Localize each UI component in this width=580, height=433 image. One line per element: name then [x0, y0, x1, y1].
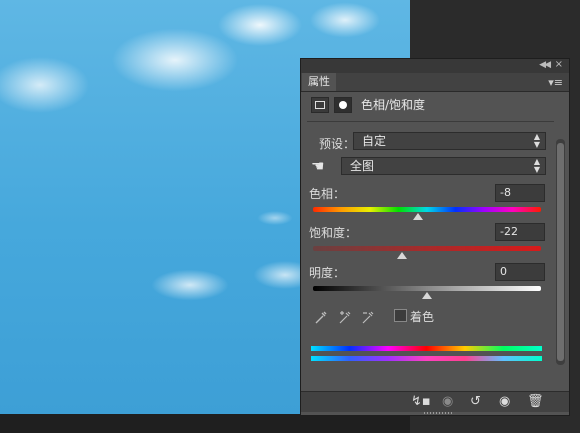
scrollbar-thumb[interactable]	[557, 143, 564, 361]
preset-label: 预设：	[319, 137, 356, 151]
select-arrows-icon: ▲ ▼	[533, 157, 540, 174]
eyedropper-add-icon[interactable]	[338, 309, 352, 325]
divider	[307, 121, 554, 122]
properties-panel: ◀◀ × 属性 ▾≡ 色相/饱和度 预设： 自定 ▲ ▼ ☚ 全图 ▲ ▼ 色相： …	[300, 58, 570, 416]
hue-label: 色相：	[309, 187, 346, 201]
preset-value: 自定	[362, 134, 387, 148]
lightness-label: 明度：	[309, 266, 346, 280]
saturation-field[interactable]: -22	[495, 223, 545, 241]
eyedropper-icon[interactable]	[314, 309, 328, 325]
input-color-bar	[311, 346, 542, 351]
lightness-field[interactable]: 0	[495, 263, 545, 281]
reset-icon[interactable]: ↺	[470, 393, 481, 411]
hue-slider-track[interactable]	[313, 207, 541, 212]
hue-field[interactable]: -8	[495, 184, 545, 202]
panel-footer: ↯▪ ◉ ↺ ◉ 🗑	[301, 391, 569, 412]
colorize-checkbox[interactable]	[394, 309, 407, 322]
panel-title-bar[interactable]: ◀◀ ×	[301, 59, 569, 73]
on-image-adjust-hand-icon[interactable]: ☚	[311, 157, 324, 175]
select-arrows-icon: ▲ ▼	[533, 132, 540, 149]
collapse-panel-icon[interactable]: ◀◀	[539, 60, 551, 70]
lightness-slider-thumb[interactable]	[422, 292, 432, 299]
adjustment-title: 色相/饱和度	[361, 98, 426, 112]
hue-saturation-adjustment-icon[interactable]	[311, 97, 329, 113]
lightness-slider-track[interactable]	[313, 286, 541, 291]
eye-icon[interactable]: ◉	[499, 393, 510, 411]
colorize-label: 着色	[410, 310, 435, 324]
trash-icon[interactable]: 🗑	[527, 393, 544, 411]
view-previous-state-icon[interactable]: ◉	[442, 393, 453, 411]
resize-grip[interactable]	[424, 412, 452, 414]
tab-properties[interactable]: 属性	[302, 73, 336, 91]
saturation-label: 饱和度：	[309, 226, 358, 240]
hue-slider-thumb[interactable]	[412, 213, 423, 220]
eyedropper-subtract-icon[interactable]	[361, 309, 375, 325]
output-color-bar	[311, 356, 542, 361]
saturation-slider-track[interactable]	[313, 246, 541, 251]
saturation-slider-thumb[interactable]	[396, 252, 407, 259]
tab-bar: 属性 ▾≡	[301, 73, 569, 92]
preset-select[interactable]: 自定 ▲ ▼	[353, 132, 546, 150]
scrollbar[interactable]	[556, 139, 565, 365]
panel-menu-icon[interactable]: ▾≡	[548, 76, 563, 89]
close-icon[interactable]: ×	[555, 59, 563, 70]
channel-select[interactable]: 全图 ▲ ▼	[341, 157, 546, 175]
layer-mask-icon[interactable]	[334, 97, 352, 113]
channel-value: 全图	[350, 159, 375, 173]
canvas-bottom-edge	[0, 414, 410, 433]
clip-to-layer-icon[interactable]: ↯▪	[411, 393, 431, 411]
